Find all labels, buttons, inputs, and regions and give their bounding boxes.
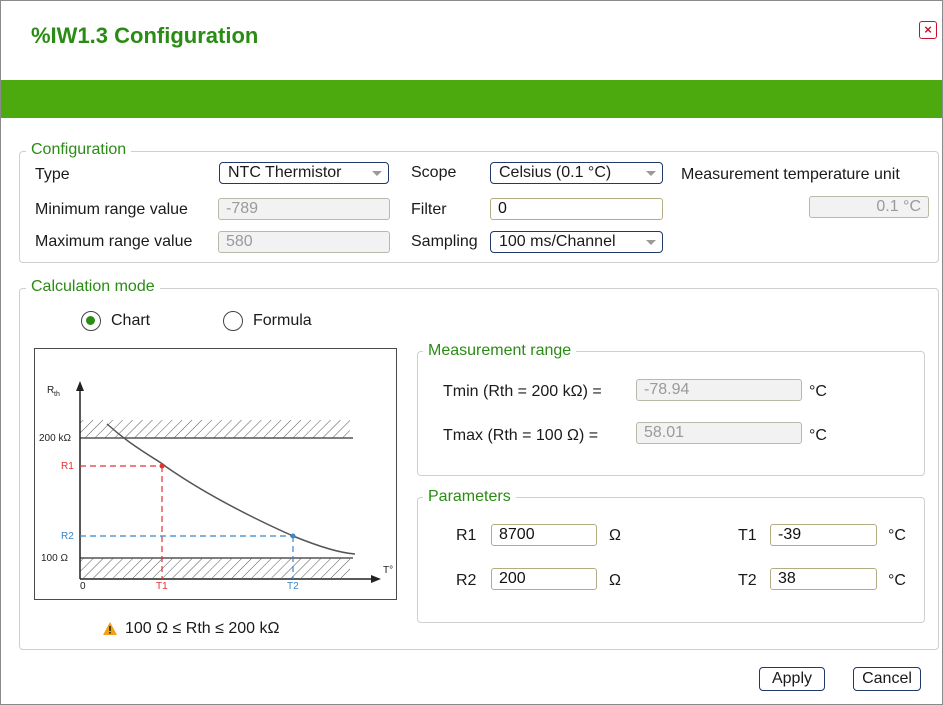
warning-icon [103, 622, 117, 635]
y-tick-100: 100 Ω [41, 553, 68, 564]
parameters-group [417, 497, 925, 623]
t2-input[interactable]: 38 [770, 568, 877, 590]
r2-label: R2 [456, 572, 477, 589]
lower-limit-band [80, 558, 350, 578]
t1-input[interactable]: -39 [770, 524, 877, 546]
sampling-value: 100 ms/Channel [499, 233, 616, 250]
scope-value: Celsius (0.1 °C) [499, 164, 612, 181]
filter-input[interactable]: 0 [490, 198, 663, 220]
rth-condition: 100 Ω ≤ Rth ≤ 200 kΩ [125, 620, 280, 637]
y-tick-r2: R2 [61, 531, 74, 542]
radio-selected-dot [86, 316, 95, 325]
r1-point [159, 463, 165, 469]
apply-button[interactable]: Apply [759, 667, 825, 691]
chevron-down-icon [372, 171, 382, 176]
sampling-dropdown[interactable]: 100 ms/Channel [490, 231, 663, 253]
rth-diagram-svg: R th T° 200 kΩ R1 R2 100 Ω 0 T1 T2 [39, 381, 393, 592]
configuration-legend: Configuration [26, 141, 132, 159]
tmax-label: Tmax (Rth = 100 Ω) = [443, 427, 599, 444]
tmin-field: -78.94 [636, 379, 802, 401]
measurement-range-legend: Measurement range [423, 342, 577, 360]
formula-radio[interactable] [223, 311, 243, 331]
unit-field: 0.1 °C [809, 196, 929, 218]
x-tick-t1: T1 [156, 581, 168, 592]
x-tick-0: 0 [80, 581, 86, 592]
cancel-button[interactable]: Cancel [853, 667, 921, 691]
header-bar [1, 80, 942, 118]
r2-unit: Ω [609, 572, 621, 589]
unit-label: Measurement temperature unit [681, 166, 900, 183]
x-axis-label: T° [383, 565, 393, 576]
t2-unit: °C [888, 572, 906, 589]
filter-label: Filter [411, 201, 447, 218]
configuration-dialog: %IW1.3 Configuration × Configuration Typ… [0, 0, 943, 705]
t1-unit: °C [888, 527, 906, 544]
measurement-range-group [417, 351, 925, 476]
r2-input[interactable]: 200 [491, 568, 597, 590]
t2-label: T2 [738, 572, 757, 589]
y-axis-arrow [76, 381, 84, 391]
parameters-legend: Parameters [423, 488, 516, 506]
tmin-unit: °C [809, 383, 827, 400]
min-range-label: Minimum range value [35, 201, 188, 218]
type-value: NTC Thermistor [228, 164, 342, 181]
type-dropdown[interactable]: NTC Thermistor [219, 162, 389, 184]
max-range-field: 580 [218, 231, 390, 253]
max-range-label: Maximum range value [35, 233, 193, 250]
tmax-unit: °C [809, 427, 827, 444]
r2-point [290, 533, 296, 539]
tmin-label: Tmin (Rth = 200 kΩ) = [443, 383, 602, 400]
t1-label: T1 [738, 527, 757, 544]
chevron-down-icon [646, 171, 656, 176]
calculation-mode-legend: Calculation mode [26, 278, 160, 296]
y-tick-r1: R1 [61, 461, 74, 472]
dialog-title: %IW1.3 Configuration [31, 23, 259, 48]
min-range-field: -789 [218, 198, 390, 220]
scope-dropdown[interactable]: Celsius (0.1 °C) [490, 162, 663, 184]
rth-curve [106, 423, 356, 555]
y-axis-sub: th [54, 391, 60, 398]
r1-input[interactable]: 8700 [491, 524, 597, 546]
x-tick-t2: T2 [287, 581, 299, 592]
chart-radio-label[interactable]: Chart [111, 312, 150, 330]
tmax-field: 58.01 [636, 422, 802, 444]
close-icon[interactable]: × [919, 21, 937, 39]
r1-unit: Ω [609, 527, 621, 544]
y-tick-200k: 200 kΩ [39, 433, 71, 444]
x-axis-arrow [371, 575, 381, 583]
formula-radio-label[interactable]: Formula [253, 312, 312, 330]
chevron-down-icon [646, 240, 656, 245]
sampling-label: Sampling [411, 233, 478, 250]
r1-label: R1 [456, 527, 477, 544]
rth-diagram: R th T° 200 kΩ R1 R2 100 Ω 0 T1 T2 [34, 348, 397, 600]
chart-radio[interactable] [81, 311, 101, 331]
type-label: Type [35, 166, 70, 183]
scope-label: Scope [411, 164, 457, 181]
